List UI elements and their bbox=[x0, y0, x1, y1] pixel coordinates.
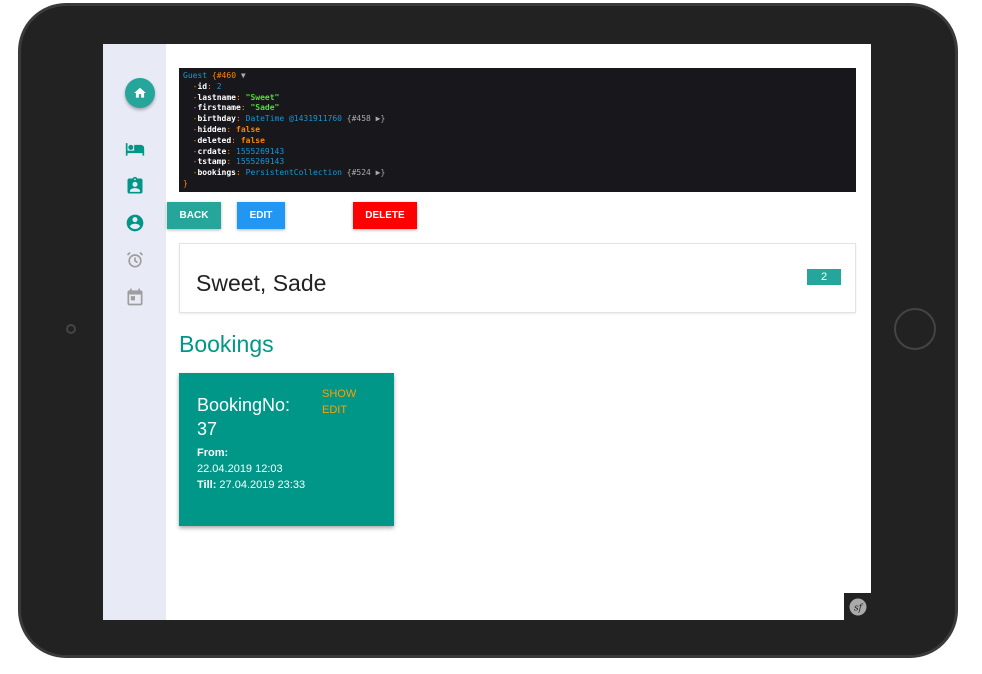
nav-bookings[interactable] bbox=[125, 139, 145, 159]
camera bbox=[66, 324, 76, 334]
dump-key: lastname bbox=[197, 92, 236, 102]
guest-id-badge: 2 bbox=[807, 269, 841, 285]
sidebar bbox=[103, 44, 166, 620]
dump-key: crdate bbox=[197, 146, 227, 156]
tablet-home-button[interactable] bbox=[894, 308, 936, 350]
symfony-logo-icon: sf bbox=[849, 598, 866, 615]
nav-alarm[interactable] bbox=[125, 250, 145, 270]
booking-card: BookingNo: 37 SHOW EDIT From: 22.04.2019 1… bbox=[179, 373, 394, 526]
nav-account[interactable] bbox=[125, 213, 145, 233]
guest-name: Sweet, Sade bbox=[196, 270, 327, 296]
edit-link[interactable]: EDIT bbox=[322, 404, 347, 416]
dump-value: DateTime @1431911760 bbox=[245, 114, 342, 124]
symfony-toolbar-toggle[interactable]: sf bbox=[844, 593, 871, 620]
booking-dates: From: 22.04.2019 12:03 Till: 27.04.2019 23… bbox=[197, 447, 306, 491]
nav-guests[interactable] bbox=[125, 176, 145, 196]
hotel-bed-icon bbox=[125, 143, 145, 156]
show-link[interactable]: SHOW bbox=[322, 388, 356, 400]
dump-value: "Sade" bbox=[250, 103, 280, 113]
dump-ref-toggle[interactable]: {#458 ▶} bbox=[347, 114, 386, 123]
back-button[interactable]: BACK bbox=[167, 202, 221, 229]
dump-key: firstname bbox=[197, 103, 241, 113]
dump-value: 1555269143 bbox=[236, 157, 285, 167]
edit-button[interactable]: EDIT bbox=[237, 202, 285, 229]
dump-key: tstamp bbox=[197, 157, 227, 167]
account-circle-icon bbox=[126, 214, 144, 232]
calendar-icon bbox=[127, 288, 143, 306]
home-icon bbox=[134, 87, 146, 98]
collapse-toggle[interactable]: ▼ bbox=[241, 71, 246, 80]
screen: Guest {#460 ▼ -id: 2 -lastname: "Sweet" … bbox=[103, 44, 871, 620]
dump-value: PersistentCollection bbox=[245, 168, 342, 178]
dump-ref: {#460 bbox=[211, 71, 237, 80]
dump-close: } bbox=[183, 178, 188, 188]
dump-value: "Sweet" bbox=[245, 92, 280, 102]
booking-number: BookingNo: 37 bbox=[197, 395, 291, 439]
home-button[interactable] bbox=[125, 78, 155, 108]
dump-value: 1555269143 bbox=[236, 146, 285, 156]
dump-value: false bbox=[240, 135, 265, 145]
dump-value: 2 bbox=[216, 81, 222, 91]
var-dump: Guest {#460 ▼ -id: 2 -lastname: "Sweet" … bbox=[179, 68, 856, 192]
guest-card: Sweet, Sade 2 bbox=[179, 243, 856, 313]
alarm-icon bbox=[126, 251, 144, 268]
nav-calendar[interactable] bbox=[125, 287, 145, 307]
bookings-heading: Bookings bbox=[179, 331, 274, 357]
dump-class: Guest bbox=[183, 71, 208, 80]
dump-key: birthday bbox=[197, 114, 236, 124]
delete-button[interactable]: DELETE bbox=[353, 202, 417, 229]
dump-key: deleted bbox=[197, 135, 232, 145]
dump-key: hidden bbox=[197, 124, 227, 134]
dump-ref-toggle[interactable]: {#524 ▶} bbox=[347, 168, 386, 177]
dump-value: false bbox=[236, 124, 261, 134]
dump-key: bookings bbox=[197, 168, 236, 178]
badge-icon bbox=[127, 176, 143, 194]
dump-key: id bbox=[197, 81, 208, 91]
